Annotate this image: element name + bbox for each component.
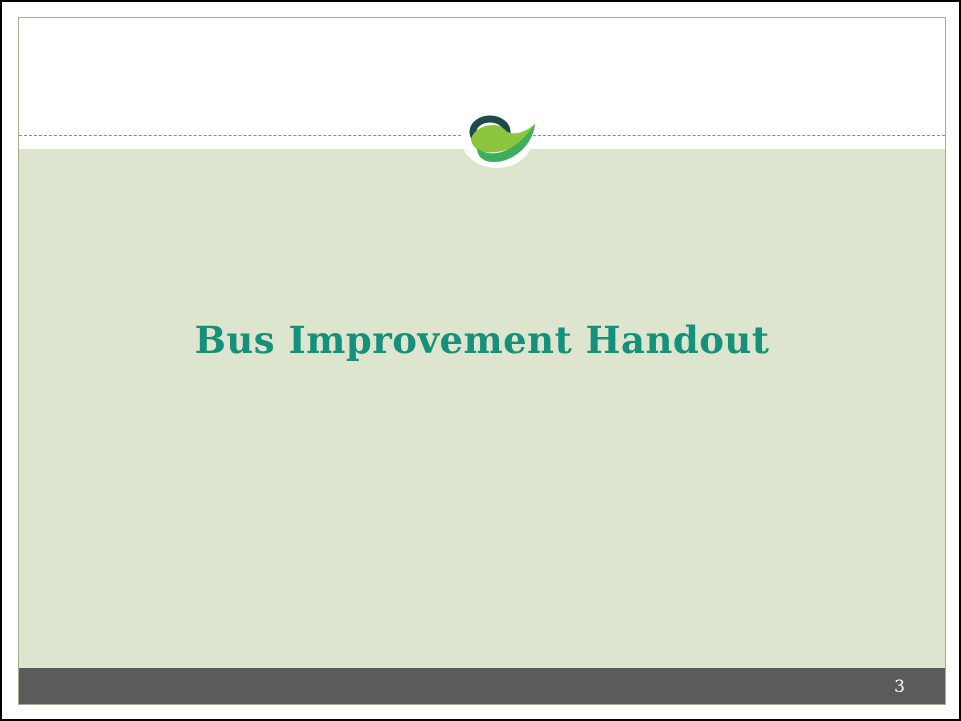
slide-frame: Bus Improvement Handout 3 bbox=[0, 0, 961, 721]
slide: Bus Improvement Handout 3 bbox=[18, 17, 946, 705]
slide-content-area bbox=[19, 149, 945, 668]
logo-icon bbox=[461, 108, 535, 168]
slide-footer-bar: 3 bbox=[19, 668, 945, 704]
page-number: 3 bbox=[894, 677, 905, 697]
slide-title: Bus Improvement Handout bbox=[194, 318, 770, 362]
